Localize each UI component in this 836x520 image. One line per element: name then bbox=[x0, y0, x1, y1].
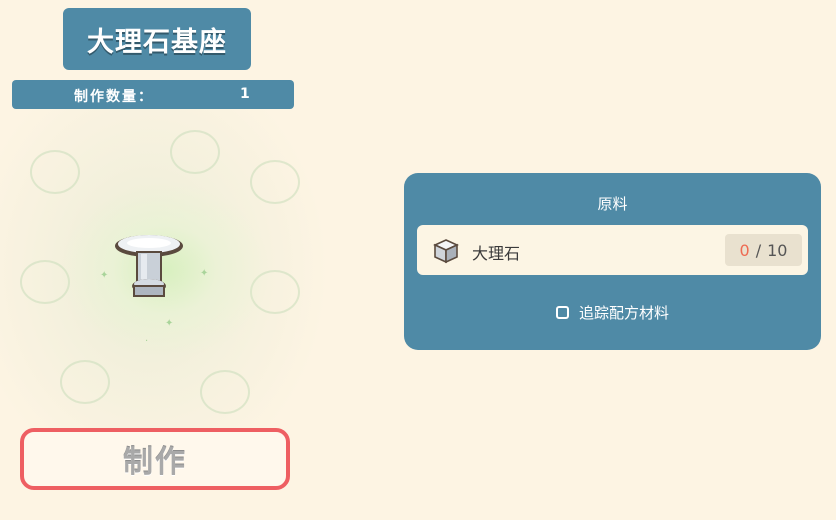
material-count: 0 / 10 bbox=[725, 234, 802, 266]
quantity-label: 制作数量： bbox=[74, 89, 154, 105]
background-bubble bbox=[60, 360, 110, 404]
background-bubble bbox=[170, 130, 220, 174]
background-bubble bbox=[200, 370, 250, 414]
material-have: 0 bbox=[739, 240, 750, 260]
sparkle-icon: ✦ bbox=[100, 270, 109, 281]
material-need: 10 bbox=[767, 240, 788, 260]
material-name: 大理石 bbox=[472, 244, 521, 263]
craft-button-label: 制作 bbox=[123, 445, 187, 480]
marble-pedestal-icon bbox=[115, 235, 183, 297]
material-separator: / bbox=[755, 240, 762, 260]
track-label: 追踪配方材料 bbox=[578, 304, 669, 322]
craft-button[interactable]: 制作 bbox=[20, 428, 290, 490]
sparkle-icon: ✦ bbox=[165, 318, 174, 329]
item-title: 大理石基座 bbox=[63, 8, 251, 70]
track-recipe-toggle[interactable]: 追踪配方材料 bbox=[404, 302, 821, 323]
sparkle-icon: ✦ bbox=[200, 268, 209, 279]
item-name: 大理石基座 bbox=[87, 26, 227, 58]
track-checkbox[interactable] bbox=[555, 306, 569, 319]
material-row[interactable]: 大理石 0 / 10 bbox=[417, 225, 808, 275]
marble-block-icon bbox=[433, 239, 459, 264]
materials-title: 原料 bbox=[597, 195, 628, 213]
sparkle-icon: · bbox=[145, 336, 149, 347]
quantity-value[interactable]: 1 bbox=[240, 86, 250, 102]
materials-panel: 原料 大理石 0 / 10 追踪配方材料 bbox=[404, 173, 821, 350]
quantity-bar: 制作数量： 1 bbox=[12, 80, 294, 109]
